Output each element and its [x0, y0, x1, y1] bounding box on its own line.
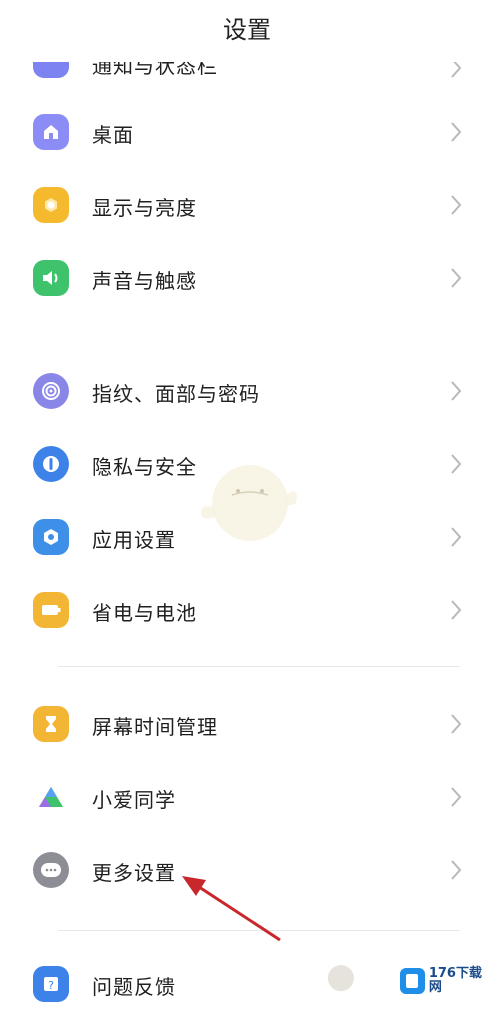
home-icon [33, 114, 69, 150]
settings-item-label: 桌面 [92, 123, 134, 147]
more-icon [33, 852, 69, 888]
settings-item-privacy[interactable]: 隐私与安全 [0, 434, 494, 498]
chevron-right-icon [451, 860, 462, 880]
settings-item-label: 显示与亮度 [92, 196, 197, 220]
header-mask [0, 44, 494, 62]
brightness-icon [33, 187, 69, 223]
chevron-right-icon [451, 268, 462, 288]
settings-item-screen-time[interactable]: 屏幕时间管理 [0, 694, 494, 758]
settings-item-desktop[interactable]: 桌面 [0, 102, 494, 166]
settings-item-display[interactable]: 显示与亮度 [0, 175, 494, 239]
site-watermark-text: 176下载网 [428, 966, 482, 995]
chevron-right-icon [451, 527, 462, 547]
section-divider [58, 930, 460, 931]
sound-icon [33, 260, 69, 296]
settings-item-app-settings[interactable]: 应用设置 [0, 507, 494, 571]
settings-item-label: 声音与触感 [92, 269, 197, 293]
settings-item-label: 应用设置 [92, 528, 176, 552]
section-divider [58, 666, 460, 667]
chevron-right-icon [451, 381, 462, 401]
chevron-right-icon [451, 787, 462, 807]
hourglass-icon [33, 706, 69, 742]
chevron-right-icon [451, 122, 462, 142]
chevron-right-icon [451, 454, 462, 474]
site-watermark-badge: 176下载网 [396, 962, 492, 1000]
settings-item-sound[interactable]: 声音与触感 [0, 248, 494, 312]
settings-item-label: 省电与电池 [92, 601, 197, 625]
settings-item-label: 问题反馈 [92, 975, 176, 999]
xiaoai-icon [33, 779, 69, 815]
site-logo-icon [400, 968, 425, 994]
chevron-right-icon [451, 600, 462, 620]
settings-item-label: 屏幕时间管理 [92, 715, 218, 739]
mascot-watermark-bottom-icon: ● [326, 956, 356, 996]
fingerprint-icon [33, 373, 69, 409]
svg-text:?: ? [48, 979, 54, 992]
settings-item-label: 小爱同学 [92, 788, 176, 812]
privacy-icon [33, 446, 69, 482]
feedback-icon: ? [33, 966, 69, 1002]
settings-item-label: 更多设置 [92, 861, 176, 885]
settings-item-xiaoai[interactable]: 小爱同学 [0, 767, 494, 831]
settings-item-fingerprint[interactable]: 指纹、面部与密码 [0, 361, 494, 425]
settings-item-more[interactable]: 更多设置 [0, 840, 494, 904]
settings-item-label: 隐私与安全 [92, 455, 197, 479]
chevron-right-icon [451, 195, 462, 215]
app-settings-icon [33, 519, 69, 555]
settings-item-battery[interactable]: 省电与电池 [0, 580, 494, 644]
battery-icon [33, 592, 69, 628]
settings-item-label: 指纹、面部与密码 [92, 382, 260, 406]
chevron-right-icon [451, 714, 462, 734]
